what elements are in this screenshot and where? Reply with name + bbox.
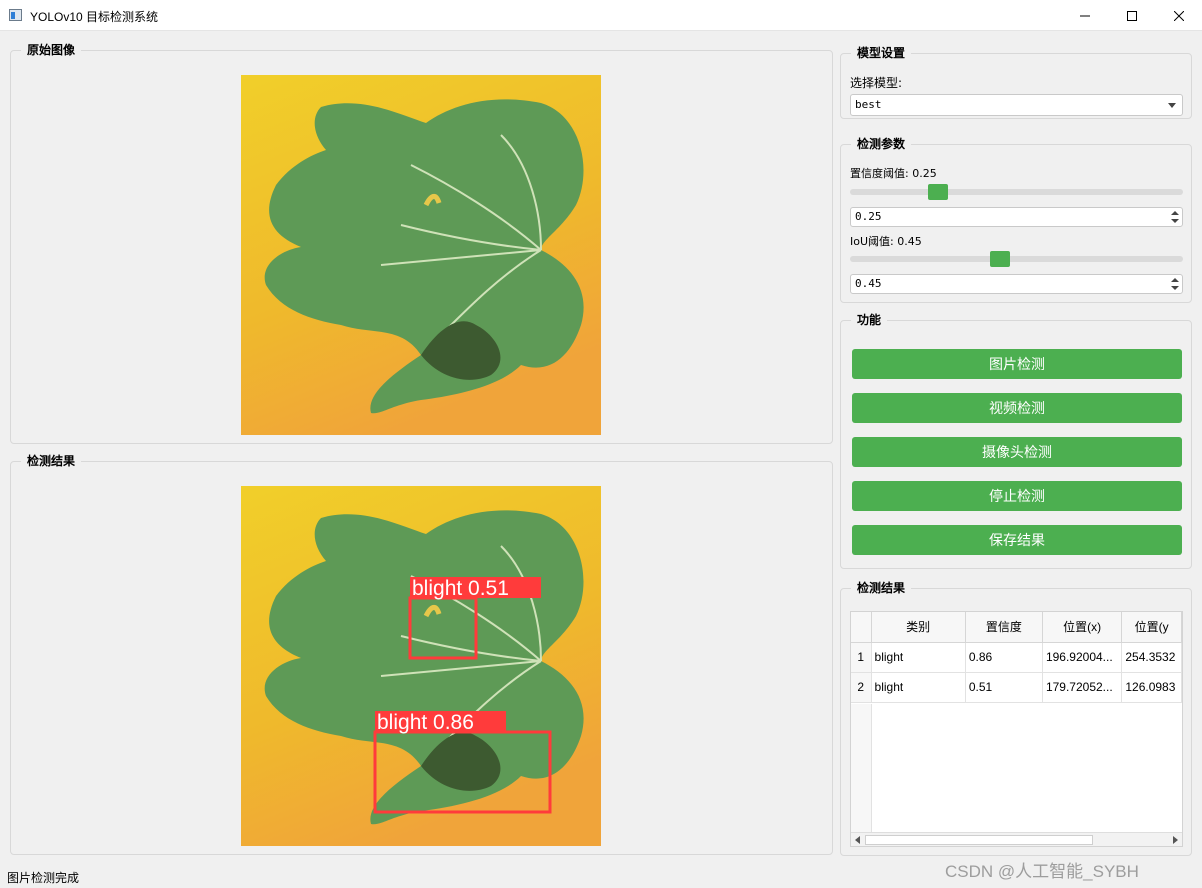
cell-class[interactable]: blight: [871, 672, 966, 703]
cell-class[interactable]: blight: [871, 642, 966, 673]
conf-threshold-label: 置信度阈值: 0.25: [850, 167, 937, 180]
result-image: blight 0.51 blight 0.86: [241, 486, 601, 846]
spin-arrows-icon[interactable]: [1170, 209, 1180, 225]
close-button[interactable]: [1156, 0, 1202, 31]
window-title: YOLOv10 目标检测系统: [30, 10, 159, 24]
camera-detect-button[interactable]: 摄像头检测: [852, 437, 1182, 467]
detect-params-group: 检测参数 置信度阈值: 0.25 0.25 IoU阈值: 0.45 0.45: [840, 137, 1192, 303]
model-select[interactable]: best: [850, 94, 1183, 116]
column-header-confidence[interactable]: 置信度: [965, 612, 1043, 643]
iou-threshold-slider[interactable]: [850, 249, 1183, 269]
cell-x[interactable]: 179.72052...: [1042, 672, 1123, 703]
iou-spin-value: 0.45: [855, 277, 882, 290]
row-index[interactable]: 2: [851, 672, 872, 703]
cell-y[interactable]: 254.3532: [1121, 642, 1182, 673]
save-result-button[interactable]: 保存结果: [852, 525, 1182, 555]
row-index[interactable]: 1: [851, 642, 872, 673]
cell-y[interactable]: 126.0983: [1121, 672, 1182, 703]
horizontal-scrollbar[interactable]: [851, 832, 1182, 846]
iou-threshold-spinbox[interactable]: 0.45: [850, 274, 1183, 294]
scroll-left-icon[interactable]: [854, 836, 862, 844]
minimize-button[interactable]: [1062, 0, 1108, 31]
image-detect-button[interactable]: 图片检测: [852, 349, 1182, 379]
status-bar-text: 图片检测完成: [7, 871, 80, 885]
minimize-icon: [1080, 15, 1090, 16]
title-bar: YOLOv10 目标检测系统: [0, 0, 1202, 31]
column-header-y[interactable]: 位置(y: [1121, 612, 1182, 643]
results-table-title: 检测结果: [851, 581, 912, 595]
results-table[interactable]: 类别 置信度 位置(x) 位置(y 1 blight 0.86 196.9200…: [850, 611, 1183, 847]
model-settings-title: 模型设置: [851, 46, 912, 60]
conf-threshold-spinbox[interactable]: 0.25: [850, 207, 1183, 227]
stop-detect-button[interactable]: 停止检测: [852, 481, 1182, 511]
detection-label-1: blight 0.51: [412, 577, 509, 600]
results-table-group: 检测结果 类别 置信度 位置(x) 位置(y 1 blight 0.86 196…: [840, 581, 1192, 856]
model-select-label: 选择模型:: [850, 76, 903, 90]
iou-threshold-label: IoU阈值: 0.45: [850, 235, 922, 248]
spin-arrows-icon[interactable]: [1170, 276, 1180, 292]
detection-label-2: blight 0.86: [377, 711, 474, 734]
conf-threshold-slider[interactable]: [850, 182, 1183, 202]
functions-title: 功能: [851, 313, 888, 327]
detect-params-title: 检测参数: [851, 137, 912, 151]
cell-confidence[interactable]: 0.51: [965, 672, 1043, 703]
table-header-row: 类别 置信度 位置(x) 位置(y: [851, 612, 1182, 643]
table-row[interactable]: 2 blight 0.51 179.72052... 126.0983: [851, 672, 1182, 703]
maximize-button[interactable]: [1109, 0, 1155, 31]
result-image-panel: 检测结果 blight 0.51 blight 0.86: [10, 454, 833, 855]
column-header-class[interactable]: 类别: [871, 612, 966, 643]
app-icon: [9, 9, 22, 21]
table-row[interactable]: 1 blight 0.86 196.92004... 254.3532: [851, 642, 1182, 673]
video-detect-button[interactable]: 视频检测: [852, 393, 1182, 423]
original-image: [241, 75, 601, 435]
model-select-value: best: [855, 98, 882, 111]
model-settings-group: 模型设置 选择模型: best: [840, 46, 1192, 119]
scroll-right-icon[interactable]: [1171, 836, 1179, 844]
corner-header[interactable]: [851, 612, 872, 643]
watermark-text: CSDN @人工智能_SYBH: [945, 862, 1139, 881]
original-image-panel: 原始图像: [10, 43, 833, 444]
iou-slider-handle[interactable]: [990, 251, 1010, 267]
result-image-title: 检测结果: [21, 454, 82, 468]
close-icon: [1174, 10, 1184, 21]
conf-slider-track: [850, 189, 1183, 195]
functions-group: 功能 图片检测 视频检测 摄像头检测 停止检测 保存结果: [840, 313, 1192, 569]
cell-confidence[interactable]: 0.86: [965, 642, 1043, 673]
cell-x[interactable]: 196.92004...: [1042, 642, 1123, 673]
original-image-title: 原始图像: [21, 43, 82, 57]
conf-spin-value: 0.25: [855, 210, 882, 223]
iou-slider-track: [850, 256, 1183, 262]
chevron-down-icon: [1168, 103, 1176, 108]
column-header-x[interactable]: 位置(x): [1042, 612, 1123, 643]
scrollbar-thumb[interactable]: [865, 835, 1093, 845]
maximize-icon: [1127, 10, 1137, 21]
row-header-filler: [851, 704, 872, 832]
conf-slider-handle[interactable]: [928, 184, 948, 200]
